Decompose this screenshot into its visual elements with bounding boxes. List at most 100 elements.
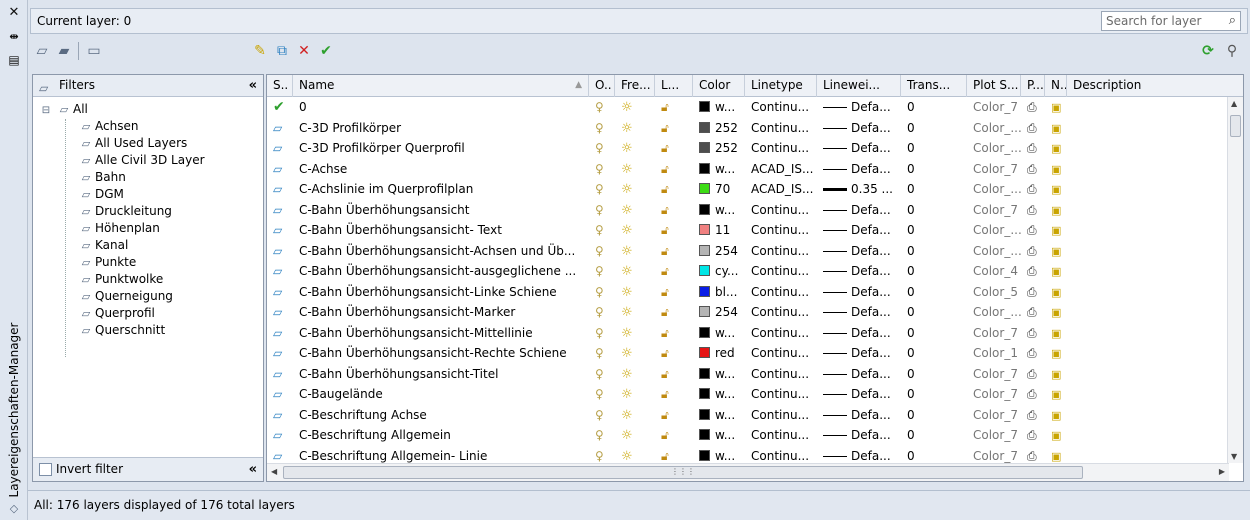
status-cell[interactable]: ▱ bbox=[267, 446, 293, 464]
status-cell[interactable]: ▱ bbox=[267, 241, 293, 261]
linetype-cell[interactable]: Continu... bbox=[745, 364, 817, 384]
layer-row[interactable]: ▱ C-Bahn Überhöhungsansicht-Marker ♀ ☼ 🔓︎ 254… bbox=[267, 302, 1229, 323]
plot-cell[interactable]: ⎙ bbox=[1021, 364, 1045, 384]
transparency-cell[interactable]: 0 bbox=[901, 446, 967, 464]
filter-node-item[interactable]: ▱ Alle Civil 3D Layer bbox=[33, 152, 263, 169]
layer-row[interactable]: ▱ C-3D Profilkörper Querprofil ♀ ☼ 🔓︎ 252 Cont… bbox=[267, 138, 1229, 159]
layer-row[interactable]: ▱ C-Beschriftung Allgemein ♀ ☼ 🔓︎ w... Continu… bbox=[267, 425, 1229, 446]
on-cell[interactable]: ♀ bbox=[589, 97, 615, 117]
linetype-cell[interactable]: Continu... bbox=[745, 261, 817, 281]
on-cell[interactable]: ♀ bbox=[589, 261, 615, 281]
filter-node-item[interactable]: ▱ Achsen bbox=[33, 118, 263, 135]
transparency-cell[interactable]: 0 bbox=[901, 364, 967, 384]
freeze-cell[interactable]: ☼ bbox=[615, 118, 655, 138]
lock-cell[interactable]: 🔓︎ bbox=[655, 241, 693, 261]
linetype-cell[interactable]: Continu... bbox=[745, 446, 817, 464]
on-cell[interactable]: ♀ bbox=[589, 425, 615, 445]
lineweight-cell[interactable]: 0.35 ... bbox=[817, 179, 901, 199]
filter-node-item[interactable]: ▱ Bahn bbox=[33, 169, 263, 186]
search-icon[interactable]: ⌕ bbox=[1229, 13, 1236, 28]
lock-cell[interactable]: 🔓︎ bbox=[655, 138, 693, 158]
freeze-cell[interactable]: ☼ bbox=[615, 405, 655, 425]
lightbulb-icon[interactable]: ♀ bbox=[595, 285, 604, 299]
plot-cell[interactable]: ⎙ bbox=[1021, 282, 1045, 302]
linetype-cell[interactable]: Continu... bbox=[745, 97, 817, 117]
lock-cell[interactable]: 🔓︎ bbox=[655, 384, 693, 404]
color-cell[interactable]: 252 bbox=[693, 138, 745, 158]
plot-style-cell[interactable]: Color_7 bbox=[967, 159, 1021, 179]
freeze-cell[interactable]: ☼ bbox=[615, 343, 655, 363]
on-cell[interactable]: ♀ bbox=[589, 384, 615, 404]
freeze-cell[interactable]: ☼ bbox=[615, 220, 655, 240]
lineweight-cell[interactable]: Defa... bbox=[817, 405, 901, 425]
unlock-icon[interactable]: 🔓︎ bbox=[661, 244, 669, 258]
on-cell[interactable]: ♀ bbox=[589, 118, 615, 138]
sun-icon[interactable]: ☼ bbox=[621, 162, 633, 177]
new-vp-freeze-cell[interactable]: ▣ bbox=[1045, 405, 1067, 425]
unlock-icon[interactable]: 🔓︎ bbox=[661, 305, 669, 319]
layer-name-cell[interactable]: 0 bbox=[293, 97, 589, 117]
status-cell[interactable]: ▱ bbox=[267, 282, 293, 302]
linetype-cell[interactable]: Continu... bbox=[745, 405, 817, 425]
column-header[interactable]: S.. bbox=[267, 75, 293, 97]
description-cell[interactable] bbox=[1067, 425, 1229, 445]
layer-name-cell[interactable]: C-Bahn Überhöhungsansicht-Linke Schiene bbox=[293, 282, 589, 302]
transparency-cell[interactable]: 0 bbox=[901, 159, 967, 179]
vertical-scroll-thumb[interactable] bbox=[1230, 115, 1241, 137]
description-cell[interactable] bbox=[1067, 138, 1229, 158]
lightbulb-icon[interactable]: ♀ bbox=[595, 428, 604, 442]
unlock-icon[interactable]: 🔓︎ bbox=[661, 100, 669, 114]
new-vp-freeze-cell[interactable]: ▣ bbox=[1045, 200, 1067, 220]
printer-icon[interactable]: ⎙ bbox=[1027, 387, 1037, 401]
scroll-down-icon[interactable]: ▼ bbox=[1231, 452, 1237, 461]
new-vp-freeze-cell[interactable]: ▣ bbox=[1045, 261, 1067, 281]
color-cell[interactable]: w... bbox=[693, 405, 745, 425]
color-cell[interactable]: w... bbox=[693, 425, 745, 445]
plot-cell[interactable]: ⎙ bbox=[1021, 179, 1045, 199]
lineweight-cell[interactable]: Defa... bbox=[817, 241, 901, 261]
status-cell[interactable]: ▱ bbox=[267, 220, 293, 240]
plot-style-cell[interactable]: Color_... bbox=[967, 179, 1021, 199]
column-header[interactable]: Linetype bbox=[745, 75, 817, 97]
color-cell[interactable]: red bbox=[693, 343, 745, 363]
unlock-icon[interactable]: 🔓︎ bbox=[661, 387, 669, 401]
plot-style-cell[interactable]: Color_... bbox=[967, 220, 1021, 240]
lock-cell[interactable]: 🔓︎ bbox=[655, 364, 693, 384]
filter-node-item[interactable]: ▱ Kanal bbox=[33, 237, 263, 254]
new-vp-freeze-cell[interactable]: ▣ bbox=[1045, 384, 1067, 404]
sun-icon[interactable]: ☼ bbox=[621, 346, 633, 361]
freeze-cell[interactable]: ☼ bbox=[615, 425, 655, 445]
layer-name-cell[interactable]: C-Bahn Überhöhungsansicht-Mittellinie bbox=[293, 323, 589, 343]
transparency-cell[interactable]: 0 bbox=[901, 200, 967, 220]
transparency-cell[interactable]: 0 bbox=[901, 138, 967, 158]
lineweight-cell[interactable]: Defa... bbox=[817, 138, 901, 158]
plot-cell[interactable]: ⎙ bbox=[1021, 118, 1045, 138]
lightbulb-icon[interactable]: ♀ bbox=[595, 141, 604, 155]
color-cell[interactable]: 252 bbox=[693, 118, 745, 138]
plot-style-cell[interactable]: Color_7 bbox=[967, 97, 1021, 117]
column-header[interactable]: Fre... bbox=[615, 75, 655, 97]
status-cell[interactable]: ▱ bbox=[267, 118, 293, 138]
column-header[interactable]: Plot S... bbox=[967, 75, 1021, 97]
color-cell[interactable]: w... bbox=[693, 97, 745, 117]
lock-cell[interactable]: 🔓︎ bbox=[655, 446, 693, 464]
column-header[interactable]: Color bbox=[693, 75, 745, 97]
lineweight-cell[interactable]: Defa... bbox=[817, 425, 901, 445]
description-cell[interactable] bbox=[1067, 97, 1229, 117]
horizontal-scroll-thumb[interactable]: ⋮⋮⋮ bbox=[283, 466, 1083, 479]
layer-row[interactable]: ▱ C-Baugelände ♀ ☼ 🔓︎ w... Continu... Defa... 0 C… bbox=[267, 384, 1229, 405]
horizontal-scrollbar[interactable]: ◀ ⋮⋮⋮ ▶ bbox=[267, 463, 1229, 481]
description-cell[interactable] bbox=[1067, 282, 1229, 302]
new-vp-freeze-icon[interactable]: ▣ bbox=[1051, 122, 1061, 135]
transparency-cell[interactable]: 0 bbox=[901, 241, 967, 261]
status-cell[interactable]: ▱ bbox=[267, 323, 293, 343]
on-cell[interactable]: ♀ bbox=[589, 343, 615, 363]
lightbulb-icon[interactable]: ♀ bbox=[595, 305, 604, 319]
status-cell[interactable]: ▱ bbox=[267, 343, 293, 363]
new-vp-freeze-cell[interactable]: ▣ bbox=[1045, 282, 1067, 302]
printer-icon[interactable]: ⎙ bbox=[1027, 264, 1037, 278]
sun-icon[interactable]: ☼ bbox=[621, 428, 633, 443]
filter-node-item[interactable]: ▱ Querneigung bbox=[33, 288, 263, 305]
new-vp-freeze-cell[interactable]: ▣ bbox=[1045, 159, 1067, 179]
description-cell[interactable] bbox=[1067, 405, 1229, 425]
